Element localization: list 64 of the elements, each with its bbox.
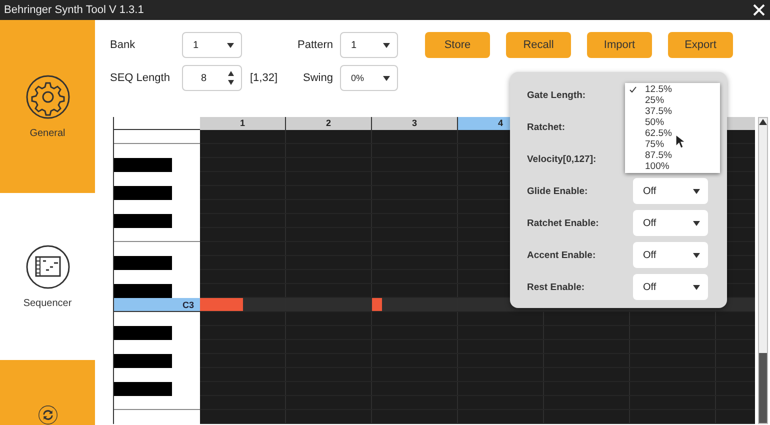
field-label: Swing xyxy=(303,72,333,84)
action-button[interactable]: Recall xyxy=(506,32,571,58)
param-label: Rest Enable: xyxy=(527,282,586,292)
spinner-arrows-icon xyxy=(228,71,234,85)
param-label: Glide Enable: xyxy=(527,186,589,196)
sharp-key[interactable] xyxy=(114,284,172,298)
dropdown-option[interactable]: 25% xyxy=(625,95,720,106)
sharp-key[interactable] xyxy=(114,354,172,368)
sharp-key[interactable] xyxy=(114,186,172,200)
sharp-key[interactable] xyxy=(114,382,172,396)
pattern-dropdown[interactable]: 1 xyxy=(340,32,398,58)
dropdown-option[interactable]: 12.5% xyxy=(625,84,720,95)
caret-icon xyxy=(383,42,390,48)
param-label: Gate Length: xyxy=(527,90,587,100)
scrollbar[interactable] xyxy=(758,117,768,424)
caret-icon xyxy=(693,188,700,194)
sharp-key[interactable] xyxy=(114,326,172,340)
range-hint: [1,32] xyxy=(250,72,278,84)
sharp-key[interactable] xyxy=(114,214,172,228)
caret-icon xyxy=(383,76,390,80)
mouse-pointer-icon xyxy=(676,135,686,149)
note-block[interactable] xyxy=(200,298,243,311)
dropdown-option[interactable]: 37.5% xyxy=(625,106,720,117)
step-header[interactable]: 1 xyxy=(200,117,286,130)
action-button[interactable]: Store xyxy=(425,32,490,58)
dropdown-option[interactable]: 50% xyxy=(625,117,720,128)
gear-icon xyxy=(24,74,70,120)
caret-icon xyxy=(693,220,700,226)
field-label: Bank xyxy=(110,39,136,51)
step-header[interactable]: 2 xyxy=(286,117,372,130)
piano-key[interactable]: C3 xyxy=(114,298,200,312)
key-label: C3 xyxy=(182,300,194,310)
window-title: Behringer Synth Tool V 1.3.1 xyxy=(4,4,144,16)
param-dropdown[interactable]: Off xyxy=(633,210,708,236)
dropdown-option[interactable]: 75% xyxy=(625,139,720,150)
close-icon[interactable] xyxy=(752,3,766,17)
dropdown-option[interactable]: 62.5% xyxy=(625,128,720,139)
param-label: Accent Enable: xyxy=(527,250,597,260)
field-label: Pattern xyxy=(298,39,333,51)
sidebar-tab[interactable] xyxy=(0,360,95,425)
scroll-up-icon[interactable] xyxy=(759,118,767,126)
param-dropdown[interactable]: Off xyxy=(633,274,708,300)
note-block[interactable] xyxy=(372,298,382,311)
action-button[interactable]: Export xyxy=(668,32,733,58)
piano-keyboard-drawing[interactable]: C3 xyxy=(113,117,200,424)
action-button[interactable]: Import xyxy=(587,32,652,58)
param-label: Velocity[0,127]: xyxy=(527,154,598,164)
swing-dropdown[interactable]: 0% xyxy=(340,65,398,91)
sidebar-tab[interactable]: General xyxy=(0,20,95,193)
param-label: Ratchet Enable: xyxy=(527,218,600,228)
sharp-key[interactable] xyxy=(114,158,172,172)
param-dropdown[interactable]: Off xyxy=(633,242,708,268)
sequencer-grid-icon xyxy=(24,244,70,290)
caret-icon xyxy=(693,284,700,290)
sharp-key[interactable] xyxy=(114,256,172,270)
param-dropdown[interactable]: Off xyxy=(633,178,708,204)
seq-length-spinbox[interactable]: 8 xyxy=(182,65,242,91)
caret-icon xyxy=(693,252,700,258)
bank-dropdown[interactable]: 1 xyxy=(182,32,242,58)
scroll-thumb[interactable] xyxy=(759,353,767,423)
dropdown-option[interactable]: 100% xyxy=(625,161,720,172)
dropdown-option[interactable]: 87.5% xyxy=(625,150,720,161)
caret-icon xyxy=(227,42,234,48)
field-label: SEQ Length xyxy=(110,72,171,84)
